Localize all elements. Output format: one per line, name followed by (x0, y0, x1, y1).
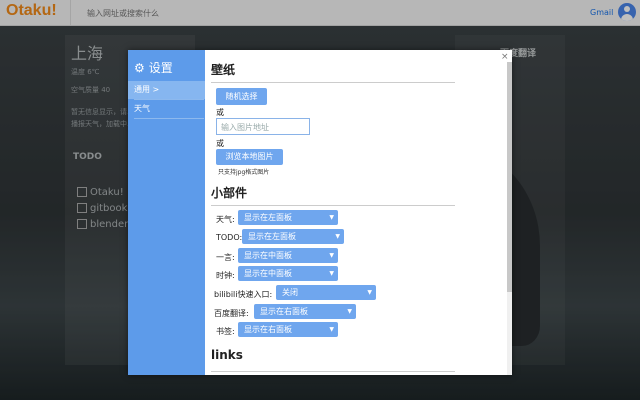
browse-local-image-button[interactable]: 浏览本地图片 (216, 149, 283, 165)
wallpaper-hint: 只支持jpg格式图片 (218, 169, 270, 176)
divider (211, 82, 455, 83)
widget-label-weather: 天气: (216, 215, 235, 224)
settings-title: ⚙ 设置 (134, 61, 173, 75)
hitokoto-position-select[interactable]: 显示在中面板 ▼ (238, 248, 338, 263)
nav-weather[interactable]: 天气 (128, 100, 205, 118)
chevron-down-icon: ▼ (347, 308, 352, 315)
settings-sidebar: ⚙ 设置 通用 > 天气 (128, 50, 205, 375)
widgets-heading: 小部件 (211, 186, 248, 200)
wallpaper-heading: 壁纸 (211, 63, 236, 77)
nav-general[interactable]: 通用 > (128, 81, 205, 99)
widget-label-hitokoto: 一言: (216, 253, 235, 262)
translate-position-select[interactable]: 显示在右面板 ▼ (254, 304, 356, 319)
widget-label-todo: TODO: (216, 233, 243, 242)
chevron-down-icon: ▼ (329, 214, 334, 221)
scrollbar-thumb[interactable] (507, 62, 512, 292)
widget-label-bilibili: bilibili快速入口: (214, 290, 273, 299)
wallpaper-url-input[interactable]: 输入图片地址 (216, 118, 310, 135)
bookmarks-position-select[interactable]: 显示在右面板 ▼ (238, 322, 338, 337)
widget-label-translate: 百度翻译: (214, 309, 249, 318)
chevron-down-icon: ▼ (367, 289, 372, 296)
chevron-down-icon: ▼ (335, 233, 340, 240)
widget-label-clock: 时钟: (216, 271, 235, 280)
bilibili-position-select[interactable]: 关闭 ▼ (276, 285, 376, 300)
todo-position-select[interactable]: 显示在左面板 ▼ (242, 229, 344, 244)
weather-position-select[interactable]: 显示在左面板 ▼ (238, 210, 338, 225)
chevron-down-icon: ▼ (329, 270, 334, 277)
chevron-down-icon: ▼ (329, 326, 334, 333)
chevron-down-icon: ▼ (329, 252, 334, 259)
settings-modal: ⚙ 设置 通用 > 天气 × 壁纸 随机选择 或 输入图片地址 或 浏览本地图片 … (128, 50, 512, 375)
or-label: 或 (216, 108, 224, 117)
widget-label-bookmarks: 书签: (216, 327, 235, 336)
divider (211, 205, 455, 206)
random-wallpaper-button[interactable]: 随机选择 (216, 88, 267, 105)
scrollbar[interactable] (507, 62, 512, 375)
links-heading: links (211, 348, 243, 362)
or-label: 或 (216, 139, 224, 148)
divider (211, 371, 455, 372)
nav-divider (134, 118, 204, 119)
gear-icon: ⚙ (134, 61, 145, 75)
clock-position-select[interactable]: 显示在中面板 ▼ (238, 266, 338, 281)
settings-content: 壁纸 随机选择 或 输入图片地址 或 浏览本地图片 只支持jpg格式图片 小部件… (205, 50, 505, 375)
